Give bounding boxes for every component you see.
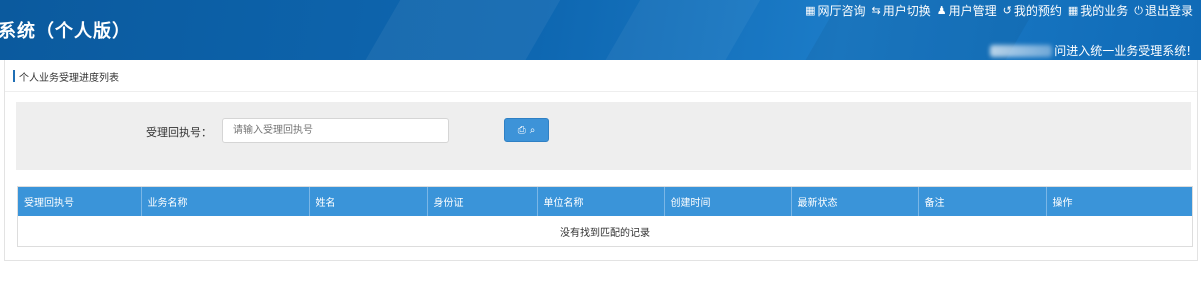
panel-title-marker: [13, 70, 15, 82]
col-created-time[interactable]: 创建时间: [664, 187, 792, 216]
user-icon: ♟: [936, 4, 947, 17]
grid-icon: ▦: [1067, 4, 1079, 17]
col-receipt-number[interactable]: 受理回执号: [18, 187, 142, 216]
col-remark[interactable]: 备注: [918, 187, 1047, 216]
print-icon: ⎙: [517, 124, 526, 136]
col-latest-status[interactable]: 最新状态: [791, 187, 919, 216]
nav-switch-user-label: 用户切换: [882, 4, 931, 18]
empty-message: 没有找到匹配的记录: [18, 216, 1192, 246]
progress-table: 受理回执号 业务名称 姓名 身份证 单位名称 创建时间 最新状态 备注 操作 没…: [17, 186, 1193, 247]
nav-my-business-label: 我的业务: [1080, 4, 1129, 18]
receipt-number-input[interactable]: [222, 118, 449, 143]
app-header: 系统（个人版） ▦ 网厅咨询 ⇆ 用户切换 ♟ 用户管理 ↺ 我的预约 ▦ 我的…: [0, 0, 1201, 60]
col-business-name[interactable]: 业务名称: [141, 187, 310, 216]
power-icon: ⏻: [1134, 3, 1143, 17]
nav-user-manage[interactable]: ♟ 用户管理: [935, 2, 999, 19]
nav-my-business[interactable]: ▦ 我的业务: [1066, 2, 1130, 19]
progress-panel: 个人业务受理进度列表 受理回执号： ⎙ ⌕ 受理回执号 业务名称 姓名 身份证 …: [4, 60, 1198, 261]
nav-user-manage-label: 用户管理: [948, 4, 997, 18]
search-button[interactable]: ⎙ ⌕: [504, 118, 549, 142]
nav-my-appointments[interactable]: ↺ 我的预约: [1001, 2, 1064, 19]
col-id-card[interactable]: 身份证: [427, 187, 538, 216]
table-empty-row: 没有找到匹配的记录: [18, 216, 1192, 246]
nav-consult-label: 网厅咨询: [817, 4, 866, 18]
col-actions[interactable]: 操作: [1046, 187, 1192, 216]
grid-icon: ▦: [805, 4, 816, 17]
nav-consult[interactable]: ▦ 网厅咨询: [803, 2, 867, 19]
col-name[interactable]: 姓名: [309, 187, 428, 216]
table-header-row: 受理回执号 业务名称 姓名 身份证 单位名称 创建时间 最新状态 备注 操作: [18, 187, 1192, 216]
history-icon: ↺: [1002, 4, 1012, 17]
nav-logout[interactable]: ⏻ 退出登录: [1132, 2, 1195, 19]
panel-header: 个人业务受理进度列表: [5, 60, 1197, 92]
receipt-number-label: 受理回执号：: [146, 126, 212, 139]
nav-logout-label: 退出登录: [1144, 4, 1193, 18]
welcome-text: 问进入统一业务受理系统!: [1054, 44, 1191, 58]
nav-switch-user[interactable]: ⇆ 用户切换: [870, 2, 933, 19]
nav-my-appointments-label: 我的预约: [1013, 4, 1062, 18]
panel-title: 个人业务受理进度列表: [19, 73, 119, 84]
switch-icon: ⇆: [871, 4, 881, 17]
redacted-username: [990, 44, 1053, 57]
top-nav: ▦ 网厅咨询 ⇆ 用户切换 ♟ 用户管理 ↺ 我的预约 ▦ 我的业务 ⏻ 退出登…: [803, 2, 1195, 19]
col-company-name[interactable]: 单位名称: [537, 187, 665, 216]
welcome-message: 问进入统一业务受理系统!: [990, 42, 1191, 59]
search-icon: ⌕: [529, 124, 536, 136]
system-title: 系统（个人版）: [0, 21, 131, 42]
search-area: 受理回执号： ⎙ ⌕: [16, 102, 1191, 170]
